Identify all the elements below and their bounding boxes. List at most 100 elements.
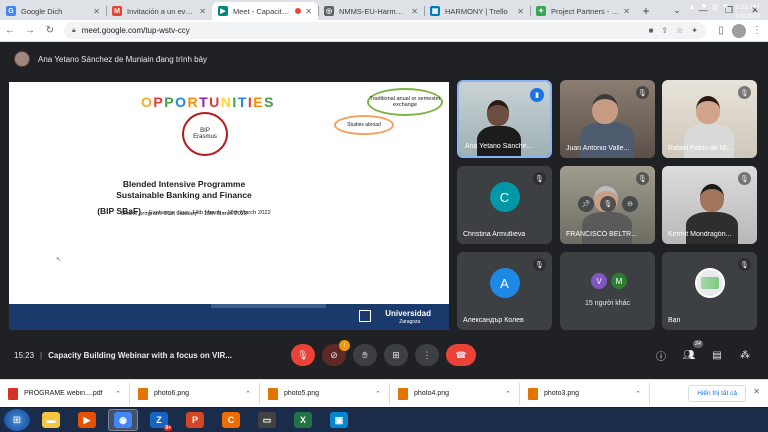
title-letter: P — [164, 94, 176, 110]
download-item[interactable]: photo6.png ⌃ — [130, 382, 260, 405]
pin-icon[interactable]: 📌︎ — [578, 196, 594, 212]
participant-initial-avatar: C — [489, 182, 520, 213]
new-tab-button[interactable]: + — [636, 2, 656, 20]
network-icon[interactable]: ▥ — [712, 3, 719, 11]
meeting-title[interactable]: Capacity Building Webinar with a focus o… — [48, 351, 258, 360]
camera-toggle-button[interactable]: ⊘! — [322, 340, 350, 366]
start-button[interactable]: ⊞ — [4, 409, 30, 431]
download-options-icon[interactable]: ⌃ — [635, 390, 641, 398]
more-options-button[interactable]: ⋮ — [415, 344, 439, 366]
close-tab-icon[interactable]: ✕ — [93, 7, 100, 16]
participant-tile[interactable]: 🎙︎ Bạn — [662, 252, 757, 330]
download-item[interactable]: PROGRAME webin....pdf ⌃ — [0, 382, 130, 405]
flag-icon[interactable]: ⚑ — [701, 3, 707, 11]
camera-off-icon: ⊘ — [330, 349, 338, 360]
taskbar-app[interactable]: ▬ — [36, 409, 66, 431]
browser-tab[interactable]: ▦ HARMONY | Trello ✕ — [424, 2, 530, 20]
back-button[interactable]: ← — [0, 25, 20, 36]
volume-icon[interactable]: 🔊︎ — [724, 3, 728, 11]
hand-icon: ✋︎ — [362, 349, 368, 360]
excel-icon: X — [294, 412, 312, 428]
participant-tile[interactable]: A 🎙︎ Александър Колев — [457, 252, 552, 330]
reload-button[interactable]: ↻ — [40, 25, 60, 36]
raise-hand-button[interactable]: ✋︎ — [353, 344, 377, 366]
browser-tab[interactable]: ✦ Project Partners - Harm ✕ — [530, 2, 636, 20]
pdf-file-icon — [8, 387, 18, 400]
university-name: Universidad — [385, 309, 431, 318]
download-options-icon[interactable]: ⌃ — [505, 390, 511, 398]
bip-oval-label: BIP Erasmus — [193, 128, 217, 140]
close-tab-icon[interactable]: ✕ — [411, 7, 418, 16]
mic-muted-icon: 🎙︎ — [533, 258, 546, 271]
ccleaner-icon: C — [222, 412, 240, 428]
image-file-icon — [528, 387, 538, 400]
participant-tile[interactable]: 📌︎ 🎙︎ ⊖ 🎙︎ FRANCISCO BELTR... — [560, 166, 655, 244]
present-now-button[interactable]: ⊞ — [384, 344, 408, 366]
star-icon[interactable]: ☆ — [676, 26, 683, 35]
url-text[interactable]: meet.google.com/tup-wstv-ccy — [82, 26, 641, 35]
download-item[interactable]: photo3.png ⌃ — [520, 382, 650, 405]
bip-erasmus-oval: BIP Erasmus — [182, 112, 228, 156]
participant-tile[interactable]: ▮ Ana Yetano Sánche... — [457, 80, 552, 158]
participant-name: 15 người khác — [584, 300, 631, 307]
participant-tile[interactable]: V M 15 người khác — [560, 252, 655, 330]
profile-avatar[interactable] — [732, 23, 746, 38]
taskbar-app[interactable]: ▣ — [324, 409, 354, 431]
close-tab-icon[interactable]: ✕ — [305, 7, 312, 16]
browser-tab[interactable]: ▶ Meet - Capacity Bu ✕ — [212, 2, 318, 20]
camera-icon[interactable]: ■ — [649, 26, 654, 35]
show-all-downloads-button[interactable]: Hiển thị tất cả — [688, 385, 746, 402]
image-file-icon — [398, 387, 408, 400]
taskbar-app[interactable]: ▶ — [72, 409, 102, 431]
activities-button[interactable]: ⁂ — [736, 346, 754, 364]
extensions-icon[interactable]: ✦ — [691, 26, 698, 35]
tray-up-arrow-icon[interactable]: ▲ — [689, 4, 696, 11]
people-button[interactable]: 👥︎ 24 — [680, 340, 703, 364]
participant-tile[interactable]: 🎙︎ Juan Antonio Valle... — [560, 80, 655, 158]
browser-menu-icon[interactable]: ⋮ — [750, 25, 764, 36]
chat-button[interactable]: ▤ — [708, 346, 726, 364]
download-item[interactable]: photo4.png ⌃ — [390, 382, 520, 405]
omnibox[interactable]: 🔒︎ meet.google.com/tup-wstv-ccy ■ ⇪ ☆ ✦ — [64, 22, 706, 39]
close-tab-icon[interactable]: ✕ — [517, 7, 524, 16]
online-program-text: Online program: 31st January – 13th Marc… — [120, 211, 248, 217]
close-downloads-icon[interactable]: ✕ — [753, 387, 760, 396]
lock-icon[interactable]: 🔒︎ — [72, 27, 76, 35]
download-options-icon[interactable]: ⌃ — [245, 390, 251, 398]
notification-badge: 9+ — [164, 425, 172, 431]
tab-label: Google Dich — [21, 6, 63, 16]
download-options-icon[interactable]: ⌃ — [115, 390, 121, 398]
taskbar-clock[interactable]: 3:23 PM 1/4/2022 — [735, 3, 760, 21]
mute-participant-icon[interactable]: 🎙︎ — [600, 196, 616, 212]
download-options-icon[interactable]: ⌃ — [375, 390, 381, 398]
title-letter: S — [264, 94, 275, 110]
tab-search-icon[interactable]: ⌄ — [664, 5, 690, 16]
side-panel-icon[interactable]: ▯ — [714, 25, 728, 36]
close-tab-icon[interactable]: ✕ — [623, 7, 630, 16]
taskbar-app[interactable]: X — [288, 409, 318, 431]
participant-tile[interactable]: C 🎙︎ Christina Armutlieva — [457, 166, 552, 244]
taskbar-app[interactable]: ▭ — [252, 409, 282, 431]
map-thumbnail-icon — [700, 277, 719, 290]
browser-tab[interactable]: M Invitación a un evento: Ca✕ — [106, 2, 212, 20]
participant-tile[interactable]: 🎙︎ Rafael Pablo de Mi... — [662, 80, 757, 158]
mic-toggle-button[interactable]: 🎙︎ — [291, 344, 315, 366]
mic-muted-icon: 🎙︎ — [636, 86, 649, 99]
browser-tab[interactable]: ◎ NMMS-EU-Harmony-I ✕ — [318, 2, 424, 20]
participant-tile[interactable]: 🎙︎ Kermit Mondragón... — [662, 166, 757, 244]
taskbar-app[interactable]: Z 9+ — [144, 409, 174, 431]
browser-tab[interactable]: G Google Dich ✕ — [0, 2, 106, 20]
share-icon[interactable]: ⇪ — [661, 26, 668, 35]
meeting-details-button[interactable]: ⓘ — [652, 346, 670, 364]
leave-call-button[interactable]: ☎︎ — [446, 344, 476, 366]
taskbar-app[interactable]: P — [180, 409, 210, 431]
close-tab-icon[interactable]: ✕ — [199, 7, 206, 16]
download-item[interactable]: photo5.png ⌃ — [260, 382, 390, 405]
forward-button[interactable]: → — [20, 25, 40, 36]
mouse-cursor-icon: ↖ — [56, 257, 62, 263]
participant-name: Bạn — [668, 317, 681, 324]
taskbar-app[interactable]: ◉ — [108, 409, 138, 431]
trello-icon: ▦ — [430, 6, 440, 16]
taskbar-app[interactable]: C — [216, 409, 246, 431]
remove-participant-icon[interactable]: ⊖ — [622, 196, 638, 212]
